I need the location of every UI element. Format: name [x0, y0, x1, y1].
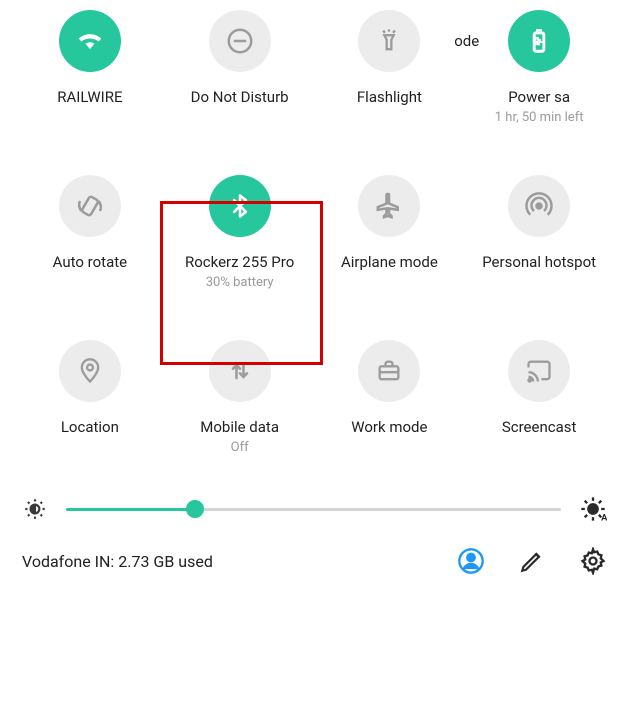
footer-row: Vodafone IN: 2.73 GB used [0, 523, 629, 575]
tile-label: Location [61, 418, 119, 436]
tile-dnd[interactable]: Do Not Disturb [165, 10, 315, 125]
dnd-icon [209, 10, 271, 72]
edit-icon[interactable] [519, 548, 545, 574]
tile-airplane[interactable]: Airplane mode [315, 175, 465, 290]
tile-label: Personal hotspot [482, 253, 596, 271]
tile-location[interactable]: Location [15, 340, 165, 455]
settings-icon[interactable] [579, 547, 607, 575]
airplane-icon [358, 175, 420, 237]
bluetooth-icon [209, 175, 271, 237]
tile-work-mode[interactable]: Work mode [315, 340, 465, 455]
tile-screencast[interactable]: Screencast [464, 340, 614, 455]
battery-icon [508, 10, 570, 72]
tile-auto-rotate[interactable]: Auto rotate [15, 175, 165, 290]
brightness-low-icon [22, 496, 48, 522]
tile-label: Work mode [351, 418, 427, 436]
tile-sublabel: 1 hr, 50 min left [495, 110, 584, 125]
tile-flashlight[interactable]: Flashlight [315, 10, 465, 125]
tile-label: Auto rotate [53, 253, 127, 271]
brightness-row: A [0, 495, 629, 523]
tile-label: Mobile data [200, 418, 279, 436]
rotate-icon [59, 175, 121, 237]
tile-label: Flashlight [357, 88, 422, 106]
tile-label: Do Not Disturb [191, 88, 289, 106]
wifi-icon [59, 10, 121, 72]
tile-label: Power sa [508, 88, 570, 106]
cast-icon [508, 340, 570, 402]
brightness-slider[interactable] [66, 497, 561, 521]
tile-bluetooth[interactable]: Rockerz 255 Pro 30% battery [165, 175, 315, 290]
profile-icon[interactable] [457, 547, 485, 575]
tile-label: Rockerz 255 Pro [185, 253, 294, 271]
tile-sublabel: 30% battery [206, 275, 274, 290]
location-icon [59, 340, 121, 402]
truncated-prefix: ode [454, 32, 479, 50]
work-icon [358, 340, 420, 402]
flashlight-icon [358, 10, 420, 72]
brightness-auto-icon: A [579, 495, 607, 523]
tile-power-save[interactable]: ode Power sa 1 hr, 50 min left [464, 10, 614, 125]
tile-label: Airplane mode [341, 253, 438, 271]
tile-mobile-data[interactable]: Mobile data Off [165, 340, 315, 455]
hotspot-icon [508, 175, 570, 237]
tile-wifi[interactable]: RAILWIRE [15, 10, 165, 125]
svg-text:A: A [601, 513, 607, 523]
tile-hotspot[interactable]: Personal hotspot [464, 175, 614, 290]
tile-sublabel: Off [231, 440, 249, 455]
carrier-usage-text: Vodafone IN: 2.73 GB used [22, 552, 213, 571]
tile-label: RAILWIRE [57, 88, 122, 106]
tile-label: Screencast [502, 418, 577, 436]
data-icon [209, 340, 271, 402]
